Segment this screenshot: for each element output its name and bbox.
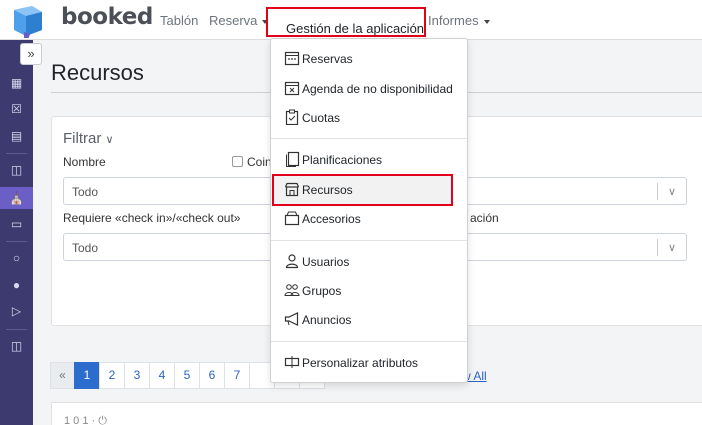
chevron-down-icon: ∨ [667,242,676,254]
menu-divider [271,341,467,342]
calendar-x-icon[interactable]: ☒ [8,101,25,118]
sidebar-divider [6,329,27,330]
checkin-label: Requiere «check in»/«check out» [63,211,241,225]
filter-toggle[interactable]: Filtrar ∨ [63,130,114,147]
menu-item-grupos[interactable]: Grupos [270,279,468,303]
nav-informes[interactable]: Informes [428,13,490,28]
sidebar-divider [6,153,27,154]
users-icon [284,284,300,296]
menu-divider [271,240,467,241]
top-navbar: booked Tablón Reserva Gestión de la apli… [0,0,702,40]
menu-item-anuncios[interactable]: Anuncios [270,308,468,332]
menu-divider [271,138,467,139]
attributes-icon [284,356,300,368]
resource-card-text: 1 0 1 · ⏻ [64,415,107,425]
checkbox-label: Coin [247,155,272,169]
sidebar-divider [6,241,27,242]
pagination-page[interactable]: 3 [124,362,150,389]
pagination-page[interactable]: 5 [174,362,200,389]
menu-item-cuotas[interactable]: Cuotas [270,106,468,130]
menu-item-reservas[interactable]: Reservas [270,47,468,71]
pagination-page[interactable]: 6 [199,362,225,389]
pagination-page[interactable]: 2 [99,362,125,389]
menu-item-recursos[interactable]: Recursos [270,178,468,202]
pagination-page[interactable]: 4 [149,362,175,389]
stacked-pages-icon [286,151,300,167]
menu-item-usuarios[interactable]: Usuarios [270,250,468,274]
store-icon [284,182,300,197]
menu-item-accesorios[interactable]: Accesorios [270,207,468,231]
booked-logo-icon[interactable] [10,4,44,38]
users-icon[interactable]: ● [8,277,25,294]
caret-down-icon [483,19,490,24]
calendar-dots-icon [284,51,300,66]
attributes-icon[interactable]: ◫ [8,338,25,355]
sidebar-toggle-button[interactable]: » [20,43,42,65]
clipboard-check-icon [285,109,299,125]
calendar-icon[interactable]: ▦ [8,75,25,92]
menu-item-personalizar-atributos[interactable]: Personalizar atributos [270,351,468,375]
resource-card [51,402,702,425]
chevron-down-icon: ∨ [667,186,676,198]
name-label: Nombre [63,155,106,169]
filter-checkbox[interactable] [232,156,243,167]
box-icon[interactable]: ▭ [8,216,25,233]
box-icon [284,211,300,226]
calendar-x-icon [284,81,300,96]
clipboard-icon[interactable]: ▤ [8,128,25,145]
user-icon[interactable]: ○ [8,250,25,267]
document-stack-icon[interactable]: ◫ [8,162,25,179]
megaphone-icon [284,312,299,326]
nav-reserva[interactable]: Reserva [209,13,269,28]
brand-name[interactable]: booked [61,4,153,30]
nav-tablon[interactable]: Tablón [160,13,198,28]
pagination-page[interactable]: 1 [74,362,100,389]
chevron-down-icon: ∨ [105,134,114,146]
pagination-prev[interactable]: « [50,362,75,389]
store-icon[interactable]: ⛪ [0,187,33,209]
menu-item-agenda[interactable]: Agenda de no disponibilidad [270,77,468,101]
menu-item-planificaciones[interactable]: Planificaciones [270,148,468,172]
right-filter-label: ación [470,211,499,225]
page-title: Recursos [51,60,144,85]
pagination-page[interactable]: 7 [224,362,250,389]
nav-gestion-aplicacion[interactable]: Gestión de la aplicación [266,7,426,37]
megaphone-icon[interactable]: ▷ [8,303,25,320]
user-icon [285,254,299,269]
